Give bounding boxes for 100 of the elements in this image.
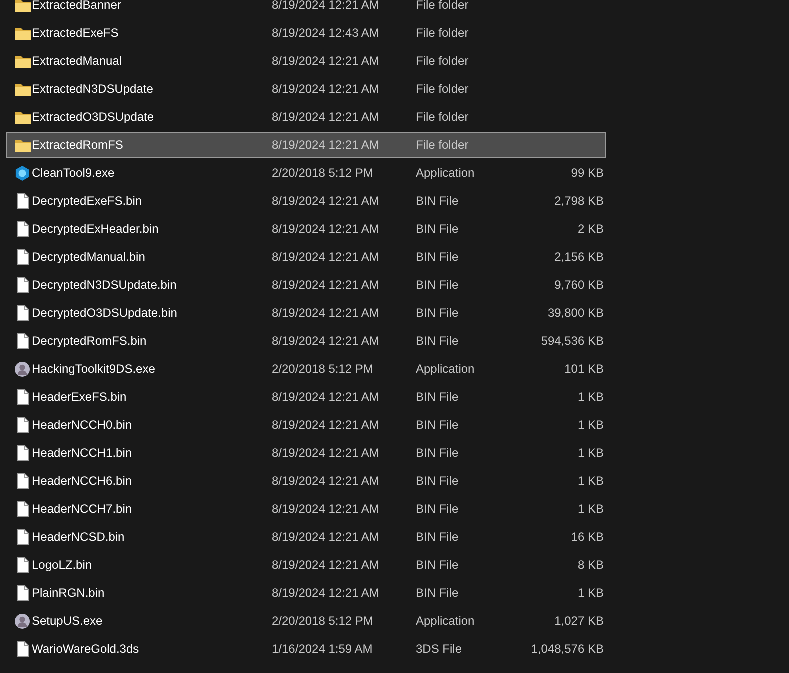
file-size: 2 KB — [576, 222, 604, 236]
file-name: ExtractedExeFS — [32, 26, 120, 40]
file-row[interactable]: HeaderNCSD.bin 8/19/2024 12:21 AM BIN File 16 KB — [6, 524, 606, 550]
file-name: HeaderNCCH1.bin — [32, 446, 134, 460]
file-type: BIN File — [416, 194, 460, 208]
file-size: 2,798 KB — [554, 194, 604, 208]
file-type: BIN File — [416, 502, 460, 516]
file-icon — [16, 193, 28, 209]
modified-date: 8/19/2024 12:21 AM — [272, 82, 380, 96]
file-row[interactable]: LogoLZ.bin 8/19/2024 12:21 AM BIN File 8 KB — [6, 552, 606, 578]
file-type: BIN File — [416, 222, 460, 236]
file-type: File folder — [416, 110, 470, 124]
file-type: File folder — [416, 0, 470, 12]
modified-date: 8/19/2024 12:21 AM — [272, 306, 380, 320]
file-type: BIN File — [416, 586, 460, 600]
file-name: HackingToolkit9DS.exe — [32, 362, 156, 376]
file-type: BIN File — [416, 530, 460, 544]
file-row[interactable]: HeaderNCCH7.bin 8/19/2024 12:21 AM BIN File 1 KB — [6, 496, 606, 522]
file-icon — [16, 333, 28, 349]
file-size: 594,536 KB — [540, 334, 604, 348]
file-icon — [16, 417, 28, 433]
file-row[interactable]: DecryptedO3DSUpdate.bin 8/19/2024 12:21 AM BIN File 39,800 KB — [6, 300, 606, 326]
file-size: 39,800 KB — [546, 306, 604, 320]
file-type: BIN File — [416, 250, 460, 264]
file-row[interactable]: DecryptedExeFS.bin 8/19/2024 12:21 AM BIN File 2,798 KB — [6, 188, 606, 214]
file-icon — [16, 445, 28, 461]
file-row[interactable]: ExtractedN3DSUpdate 8/19/2024 12:21 AM File folder — [6, 76, 606, 102]
file-type: BIN File — [416, 474, 460, 488]
file-name: HeaderNCCH7.bin — [32, 502, 134, 516]
file-name: SetupUS.exe — [32, 614, 104, 628]
modified-date: 8/19/2024 12:21 AM — [272, 0, 380, 12]
file-row[interactable]: ExtractedO3DSUpdate 8/19/2024 12:21 AM File folder — [6, 104, 606, 130]
file-row[interactable]: ExtractedBanner 8/19/2024 12:21 AM File folder — [6, 0, 606, 18]
file-icon — [16, 641, 28, 657]
modified-date: 8/19/2024 12:21 AM — [272, 278, 380, 292]
file-name: DecryptedExHeader.bin — [32, 222, 160, 236]
file-type: File folder — [416, 138, 470, 152]
file-size: 9,760 KB — [554, 278, 604, 292]
file-row[interactable]: DecryptedN3DSUpdate.bin 8/19/2024 12:21 AM BIN File 9,760 KB — [6, 272, 606, 298]
file-row[interactable]: DecryptedExHeader.bin 8/19/2024 12:21 AM BIN File 2 KB — [6, 216, 606, 242]
file-type: BIN File — [416, 390, 460, 404]
file-size: 1 KB — [576, 390, 604, 404]
file-row[interactable]: DecryptedManual.bin 8/19/2024 12:21 AM BIN File 2,156 KB — [6, 244, 606, 270]
modified-date: 8/19/2024 12:21 AM — [272, 558, 380, 572]
file-row[interactable]: HackingToolkit9DS.exe 2/20/2018 5:12 PM Application 101 KB — [6, 356, 606, 382]
file-row[interactable]: ExtractedExeFS 8/19/2024 12:43 AM File folder — [6, 20, 606, 46]
file-type: 3DS File — [416, 642, 464, 656]
gem-icon — [15, 166, 30, 180]
file-row[interactable]: SetupUS.exe 2/20/2018 5:12 PM Application 1,027 KB — [6, 608, 606, 634]
file-row[interactable]: HeaderNCCH0.bin 8/19/2024 12:21 AM BIN File 1 KB — [6, 412, 606, 438]
file-type: BIN File — [416, 558, 460, 572]
file-size: 1 KB — [576, 474, 604, 488]
file-size: 1 KB — [576, 418, 604, 432]
file-type: BIN File — [416, 278, 460, 292]
file-name: PlainRGN.bin — [32, 586, 106, 600]
file-row[interactable]: HeaderNCCH1.bin 8/19/2024 12:21 AM BIN File 1 KB — [6, 440, 606, 466]
file-icon — [16, 305, 28, 321]
file-row[interactable]: HeaderExeFS.bin 8/19/2024 12:21 AM BIN File 1 KB — [6, 384, 606, 410]
file-name: DecryptedRomFS.bin — [32, 334, 148, 348]
modified-date: 2/20/2018 5:12 PM — [272, 614, 374, 628]
modified-date: 8/19/2024 12:21 AM — [272, 586, 380, 600]
file-name: DecryptedO3DSUpdate.bin — [32, 306, 178, 320]
file-row[interactable]: ExtractedManual 8/19/2024 12:21 AM File folder — [6, 48, 606, 74]
file-icon — [16, 473, 28, 489]
folder-icon — [14, 138, 30, 152]
modified-date: 2/20/2018 5:12 PM — [272, 166, 374, 180]
modified-date: 8/19/2024 12:21 AM — [272, 110, 380, 124]
file-name: HeaderNCCH0.bin — [32, 418, 134, 432]
avatar-icon — [15, 362, 30, 376]
modified-date: 8/19/2024 12:21 AM — [272, 334, 380, 348]
folder-icon — [14, 0, 30, 12]
modified-date: 8/19/2024 12:21 AM — [272, 474, 380, 488]
modified-date: 8/19/2024 12:21 AM — [272, 418, 380, 432]
file-row[interactable]: DecryptedRomFS.bin 8/19/2024 12:21 AM BIN File 594,536 KB — [6, 328, 606, 354]
file-row[interactable]: WarioWareGold.3ds 1/16/2024 1:59 AM 3DS File 1,048,576 KB — [6, 636, 606, 662]
file-type: Application — [416, 614, 476, 628]
file-name: HeaderExeFS.bin — [32, 390, 128, 404]
file-name: DecryptedN3DSUpdate.bin — [32, 278, 178, 292]
file-type: Application — [416, 166, 476, 180]
file-size: 1 KB — [576, 502, 604, 516]
file-size: 99 KB — [570, 166, 604, 180]
file-size: 1,048,576 KB — [530, 642, 604, 656]
modified-date: 1/16/2024 1:59 AM — [272, 642, 374, 656]
file-row[interactable]: ExtractedRomFS 8/19/2024 12:21 AM File folder — [6, 132, 606, 158]
file-row[interactable]: CleanTool9.exe 2/20/2018 5:12 PM Application 99 KB — [6, 160, 606, 186]
folder-icon — [14, 82, 30, 96]
file-icon — [16, 529, 28, 545]
file-size: 2,156 KB — [554, 250, 604, 264]
modified-date: 8/19/2024 12:43 AM — [272, 26, 380, 40]
file-name: LogoLZ.bin — [32, 558, 94, 572]
avatar-icon — [15, 614, 30, 628]
file-name: ExtractedO3DSUpdate — [32, 110, 156, 124]
folder-icon — [14, 110, 30, 124]
file-name: ExtractedRomFS — [32, 138, 124, 152]
file-size: 101 KB — [564, 362, 604, 376]
file-icon — [16, 221, 28, 237]
modified-date: 8/19/2024 12:21 AM — [272, 194, 380, 208]
file-row[interactable]: HeaderNCCH6.bin 8/19/2024 12:21 AM BIN File 1 KB — [6, 468, 606, 494]
file-name: CleanTool9.exe — [32, 166, 116, 180]
file-row[interactable]: PlainRGN.bin 8/19/2024 12:21 AM BIN File 1 KB — [6, 580, 606, 606]
